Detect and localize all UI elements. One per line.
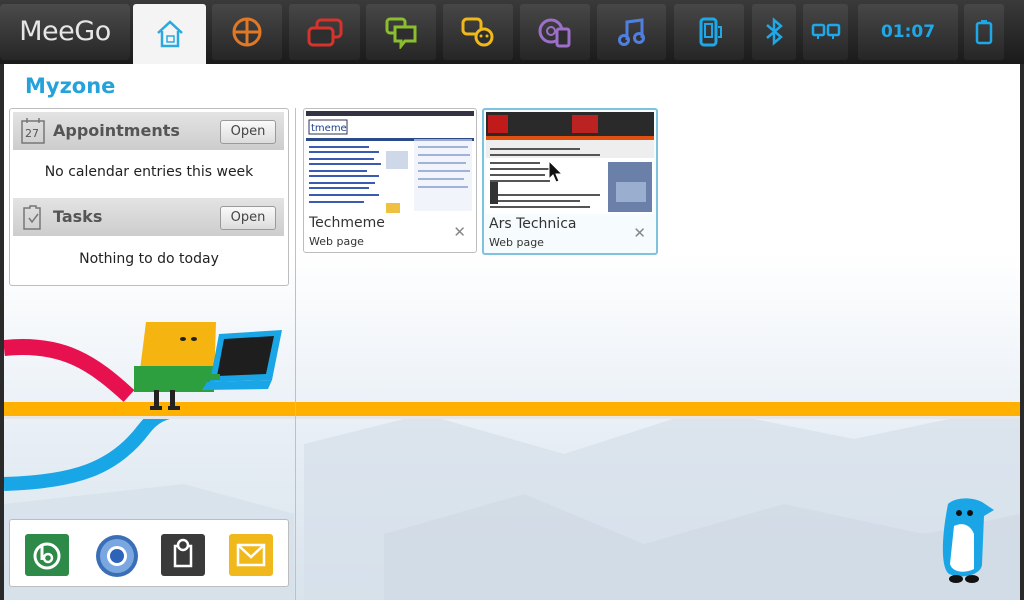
meego-logo[interactable]: MeeGo	[0, 4, 130, 60]
top-toolbar: MeeGo 01:07	[0, 0, 1024, 64]
network-icon	[811, 23, 840, 39]
status-button[interactable]	[366, 4, 436, 60]
battery-button[interactable]	[964, 4, 1004, 60]
chat-icon	[385, 17, 417, 49]
windows-icon	[307, 18, 342, 47]
apps-icon	[232, 17, 262, 47]
bluetooth-icon	[766, 17, 783, 46]
techmeme-logo-text: tmeme	[311, 123, 347, 134]
recent-item-title: Techmeme	[309, 215, 385, 231]
page-title: Myzone	[25, 74, 116, 98]
appointments-message: No calendar entries this week	[44, 164, 254, 180]
people-icon	[461, 17, 494, 47]
close-icon[interactable]: ✕	[633, 224, 646, 242]
home-icon	[156, 20, 183, 48]
recent-item-title: Ars Technica	[489, 216, 577, 232]
applications-button[interactable]	[212, 4, 282, 60]
recent-item-type: Web page	[309, 235, 364, 248]
tasks-label: Tasks	[53, 207, 103, 226]
devices-button[interactable]	[674, 4, 744, 60]
close-icon[interactable]: ✕	[453, 223, 466, 241]
recent-item-type: Web page	[489, 236, 544, 249]
people-button[interactable]	[443, 4, 513, 60]
ars-technica-thumbnail	[486, 112, 654, 214]
myzone-panel: Myzone 27 Appointments Open No calendar …	[4, 64, 1020, 600]
myzone-tab-button[interactable]	[133, 4, 206, 64]
favorite-apps-dock	[9, 519, 289, 587]
settings-tag-icon[interactable]	[161, 534, 205, 576]
music-icon	[617, 18, 645, 46]
appointments-open-button[interactable]: Open	[220, 120, 276, 144]
clock-label: 01:07	[880, 22, 936, 42]
music-button[interactable]	[597, 4, 666, 60]
tasks-open-button[interactable]: Open	[220, 206, 276, 230]
mascot-with-laptop	[134, 322, 282, 410]
chromium-icon[interactable]	[93, 534, 138, 577]
zones-button[interactable]	[289, 4, 360, 60]
mouse-cursor-icon	[548, 160, 564, 183]
recent-item-ars-technica[interactable]: Ars Technica Web page ✕	[482, 108, 658, 255]
tasks-message: Nothing to do today	[79, 251, 219, 267]
devices-icon	[699, 17, 722, 47]
email-icon[interactable]	[229, 534, 273, 576]
bookmark-app-icon[interactable]	[25, 534, 69, 576]
clock-button[interactable]: 01:07	[858, 4, 958, 60]
tasks-clipboard-icon	[23, 205, 41, 230]
battery-icon	[975, 20, 993, 45]
media-icon	[538, 18, 571, 48]
appointments-label: Appointments	[53, 121, 180, 140]
panel-divider	[295, 108, 296, 600]
tasks-header: Tasks Open	[13, 198, 284, 236]
network-button[interactable]	[803, 4, 848, 60]
appointments-header: 27 Appointments Open	[13, 112, 284, 150]
bluetooth-button[interactable]	[752, 4, 796, 60]
techmeme-thumbnail: tmeme	[306, 111, 474, 213]
appointments-tasks-panel: 27 Appointments Open No calendar entries…	[9, 108, 289, 286]
media-button[interactable]	[520, 4, 590, 60]
calendar-date-badge: 27	[25, 127, 39, 140]
recent-item-techmeme[interactable]: tmeme Techmeme Web page ✕	[303, 108, 477, 253]
